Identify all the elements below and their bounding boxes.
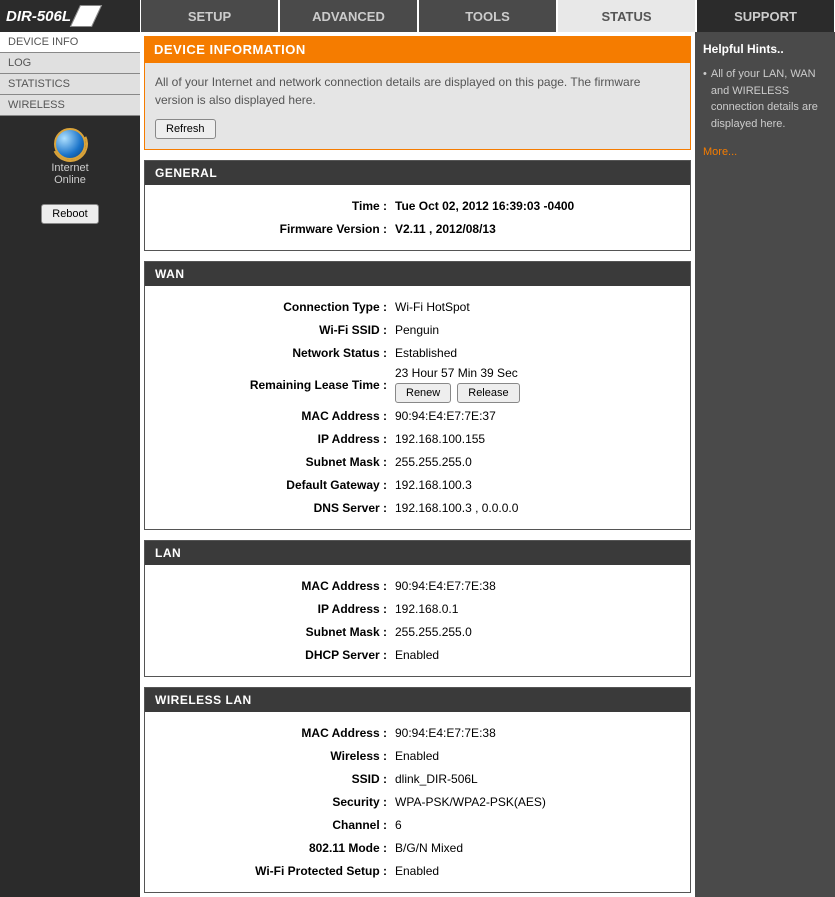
- wlan-wps-value: Enabled: [393, 864, 682, 878]
- tab-tools[interactable]: TOOLS: [418, 0, 557, 32]
- lan-ip-value: 192.168.0.1: [393, 602, 682, 616]
- wan-conn-type-value: Wi-Fi HotSpot: [393, 300, 682, 314]
- wan-lease-label: Remaining Lease Time :: [153, 378, 393, 392]
- wlan-ch-label: Channel :: [153, 818, 393, 832]
- section-wan-title: WAN: [145, 262, 690, 286]
- wan-dns-label: DNS Server :: [153, 501, 393, 515]
- section-general-title: GENERAL: [145, 161, 690, 185]
- tab-advanced[interactable]: ADVANCED: [279, 0, 418, 32]
- wlan-ch-value: 6: [393, 818, 682, 832]
- section-wlan-title: WIRELESS LAN: [145, 688, 690, 712]
- sidebar: DEVICE INFO LOG STATISTICS WIRELESS Inte…: [0, 32, 140, 897]
- sidebar-item-wireless[interactable]: WIRELESS: [0, 95, 140, 116]
- refresh-button[interactable]: Refresh: [155, 119, 216, 139]
- wlan-mac-label: MAC Address :: [153, 726, 393, 740]
- wan-netstatus-label: Network Status :: [153, 346, 393, 360]
- wlan-wps-label: Wi-Fi Protected Setup :: [153, 864, 393, 878]
- wan-ssid-value: Penguin: [393, 323, 682, 337]
- lan-mask-value: 255.255.255.0: [393, 625, 682, 639]
- wan-netstatus-value: Established: [393, 346, 682, 360]
- section-wlan: WIRELESS LAN MAC Address :90:94:E4:E7:7E…: [144, 687, 691, 893]
- wan-mask-value: 255.255.255.0: [393, 455, 682, 469]
- panel-description: All of your Internet and network connect…: [155, 73, 680, 109]
- lan-ip-label: IP Address :: [153, 602, 393, 616]
- section-lan: LAN MAC Address :90:94:E4:E7:7E:38 IP Ad…: [144, 540, 691, 677]
- wan-lease-value: 23 Hour 57 Min 39 Sec: [395, 366, 682, 380]
- hints-panel: Helpful Hints.. • All of your LAN, WAN a…: [695, 32, 835, 897]
- internet-status-text: Online: [4, 174, 136, 186]
- time-label: Time :: [153, 199, 393, 213]
- globe-icon: [54, 128, 86, 160]
- logo-slash-icon: [70, 5, 102, 27]
- wlan-sec-label: Security :: [153, 795, 393, 809]
- time-value: Tue Oct 02, 2012 16:39:03 -0400: [393, 199, 682, 213]
- section-wan: WAN Connection Type :Wi-Fi HotSpot Wi-Fi…: [144, 261, 691, 530]
- lan-mac-label: MAC Address :: [153, 579, 393, 593]
- wlan-mode-value: B/G/N Mixed: [393, 841, 682, 855]
- wan-conn-type-label: Connection Type :: [153, 300, 393, 314]
- section-general: GENERAL Time : Tue Oct 02, 2012 16:39:03…: [144, 160, 691, 251]
- internet-status: Internet Online: [0, 116, 140, 196]
- renew-button[interactable]: Renew: [395, 383, 451, 403]
- wan-gw-value: 192.168.100.3: [393, 478, 682, 492]
- logo: DIR-506L: [0, 0, 140, 32]
- wan-gw-label: Default Gateway :: [153, 478, 393, 492]
- lan-mask-label: Subnet Mask :: [153, 625, 393, 639]
- wlan-ssid-label: SSID :: [153, 772, 393, 786]
- wan-mac-label: MAC Address :: [153, 409, 393, 423]
- lan-mac-value: 90:94:E4:E7:7E:38: [393, 579, 682, 593]
- wlan-mode-label: 802.11 Mode :: [153, 841, 393, 855]
- bullet-icon: •: [703, 66, 707, 132]
- hints-title: Helpful Hints..: [703, 40, 827, 58]
- fw-value: V2.11 , 2012/08/13: [393, 222, 682, 236]
- top-nav: DIR-506L SETUP ADVANCED TOOLS STATUS SUP…: [0, 0, 835, 32]
- wan-dns-value: 192.168.100.3 , 0.0.0.0: [393, 501, 682, 515]
- tab-status[interactable]: STATUS: [557, 0, 696, 32]
- wlan-wireless-value: Enabled: [393, 749, 682, 763]
- wlan-mac-value: 90:94:E4:E7:7E:38: [393, 726, 682, 740]
- fw-label: Firmware Version :: [153, 222, 393, 236]
- wan-mask-label: Subnet Mask :: [153, 455, 393, 469]
- wan-ssid-label: Wi-Fi SSID :: [153, 323, 393, 337]
- wlan-sec-value: WPA-PSK/WPA2-PSK(AES): [393, 795, 682, 809]
- main-content: DEVICE INFORMATION All of your Internet …: [140, 32, 695, 897]
- release-button[interactable]: Release: [457, 383, 519, 403]
- wan-mac-value: 90:94:E4:E7:7E:37: [393, 409, 682, 423]
- sidebar-item-log[interactable]: LOG: [0, 53, 140, 74]
- panel-body: All of your Internet and network connect…: [144, 63, 691, 150]
- wan-ip-label: IP Address :: [153, 432, 393, 446]
- section-lan-title: LAN: [145, 541, 690, 565]
- logo-text: DIR-506L: [6, 8, 71, 25]
- hints-more-link[interactable]: More...: [703, 144, 827, 161]
- wlan-ssid-value: dlink_DIR-506L: [393, 772, 682, 786]
- panel-title: DEVICE INFORMATION: [144, 36, 691, 63]
- wan-ip-value: 192.168.100.155: [393, 432, 682, 446]
- sidebar-item-statistics[interactable]: STATISTICS: [0, 74, 140, 95]
- tab-setup[interactable]: SETUP: [140, 0, 279, 32]
- reboot-button[interactable]: Reboot: [41, 204, 98, 224]
- wlan-wireless-label: Wireless :: [153, 749, 393, 763]
- internet-label: Internet: [4, 162, 136, 174]
- tab-support[interactable]: SUPPORT: [696, 0, 835, 32]
- sidebar-item-device-info[interactable]: DEVICE INFO: [0, 32, 140, 53]
- lan-dhcp-label: DHCP Server :: [153, 648, 393, 662]
- hints-text: All of your LAN, WAN and WIRELESS connec…: [711, 66, 827, 132]
- lan-dhcp-value: Enabled: [393, 648, 682, 662]
